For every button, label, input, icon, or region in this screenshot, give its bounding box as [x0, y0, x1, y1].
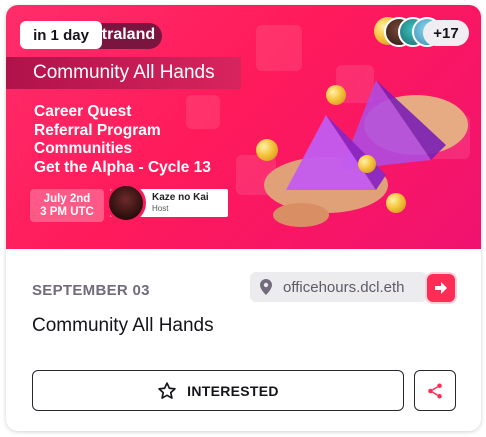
- interested-button[interactable]: INTERESTED: [32, 370, 404, 411]
- agenda-item: Career Quest: [34, 103, 132, 120]
- location-pill[interactable]: officehours.dcl.eth: [250, 272, 427, 302]
- banner-date: July 2nd: [43, 192, 91, 205]
- event-card[interactable]: ntraland Community All Hands Career Ques…: [6, 5, 481, 431]
- coin-decoration: [326, 85, 346, 105]
- star-icon: [158, 381, 176, 399]
- coin-decoration: [386, 193, 406, 213]
- agenda-list: Career Quest Referral Program Communitie…: [34, 103, 211, 177]
- host-avatar: [106, 183, 146, 223]
- agenda-item: Get the Alpha - Cycle 13: [34, 158, 211, 176]
- share-icon: [428, 383, 442, 398]
- banner-time: 3 PM UTC: [40, 205, 94, 218]
- agenda-item: Communities: [34, 140, 133, 157]
- banner-date-box: July 2nd 3 PM UTC: [30, 189, 104, 222]
- share-button[interactable]: [414, 370, 456, 411]
- jump-in-icon: [435, 282, 447, 294]
- host-role: Host: [152, 204, 169, 213]
- banner-title: Community All Hands: [33, 62, 215, 83]
- event-details: SEPTEMBER 03 officehours.dcl.eth Communi…: [6, 249, 481, 431]
- event-title: Community All Hands: [32, 315, 214, 336]
- event-date: SEPTEMBER 03: [32, 282, 150, 299]
- jump-in-button[interactable]: [427, 274, 455, 302]
- attendee-count[interactable]: +17: [423, 20, 469, 46]
- coin-decoration: [256, 139, 278, 161]
- pin-icon: [260, 279, 272, 295]
- coin-decoration: [358, 155, 376, 173]
- interested-label: INTERESTED: [187, 382, 279, 399]
- agenda-item: Referral Program: [34, 121, 161, 139]
- time-badge: in 1 day: [20, 21, 102, 49]
- host-name: Kaze no Kai: [152, 192, 209, 203]
- event-banner-image: ntraland Community All Hands Career Ques…: [6, 5, 481, 249]
- location-text: officehours.dcl.eth: [283, 278, 405, 296]
